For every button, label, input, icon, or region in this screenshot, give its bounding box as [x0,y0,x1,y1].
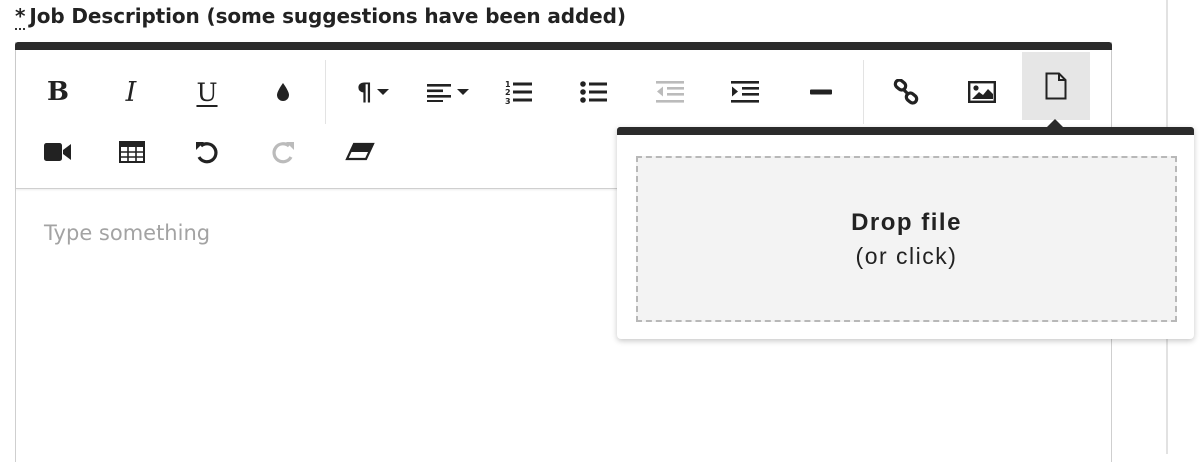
field-label: * Job Description (some suggestions have … [15,4,626,34]
outdent-button[interactable] [636,58,704,126]
link-icon [893,79,919,105]
outdent-icon [656,81,684,103]
minus-icon [810,89,832,95]
insert-table-button[interactable] [98,118,166,186]
file-drop-zone[interactable]: Drop file (or click) [636,156,1177,322]
drop-zone-title: Drop file [851,209,962,236]
unordered-list-button[interactable] [560,58,628,126]
unordered-list-icon [580,80,608,104]
indent-icon [731,81,759,103]
undo-icon [194,139,220,165]
ordered-list-button[interactable]: 123 [485,58,553,126]
redo-button[interactable] [249,118,317,186]
toolbar-separator [863,60,864,124]
clear-formatting-button[interactable] [326,118,394,186]
insert-image-button[interactable] [948,58,1016,126]
eraser-icon [345,142,375,162]
required-marker: * [15,4,26,30]
insert-file-popup: Drop file (or click) [617,119,1194,339]
insert-file-button[interactable] [1022,52,1090,120]
svg-text:3: 3 [505,97,511,105]
paragraph-format-button[interactable]: ¶ [339,58,407,126]
bold-icon: B [47,77,69,107]
indent-button[interactable] [711,58,779,126]
chevron-down-icon [457,89,469,95]
drop-zone-subtitle: (or click) [855,243,958,269]
editor-top-bar [15,42,1112,50]
insert-link-button[interactable] [872,58,940,126]
align-left-icon [427,82,469,102]
undo-button[interactable] [173,118,241,186]
field-label-text: Job Description (some suggestions have b… [29,4,626,28]
video-camera-icon [44,142,72,162]
file-icon [1045,72,1067,100]
popup-arrow [1047,119,1063,127]
svg-text:2: 2 [505,88,511,97]
toolbar-separator [325,60,326,124]
ordered-list-icon: 123 [505,79,533,105]
italic-button[interactable]: I [97,58,165,126]
droplet-icon [275,82,291,102]
align-button[interactable] [414,58,482,126]
pilcrow-icon: ¶ [357,78,390,106]
italic-icon: I [125,76,137,108]
redo-icon [270,139,296,165]
horizontal-line-button[interactable] [787,58,855,126]
text-color-button[interactable] [249,58,317,126]
underline-icon: U [196,77,218,107]
table-icon [119,141,145,163]
chevron-down-icon [377,89,390,95]
underline-button[interactable]: U [173,58,241,126]
image-icon [968,81,996,103]
insert-video-button[interactable] [24,118,92,186]
popup-top-bar [617,127,1194,135]
editor-placeholder: Type something [44,221,211,245]
bold-button[interactable]: B [24,58,92,126]
